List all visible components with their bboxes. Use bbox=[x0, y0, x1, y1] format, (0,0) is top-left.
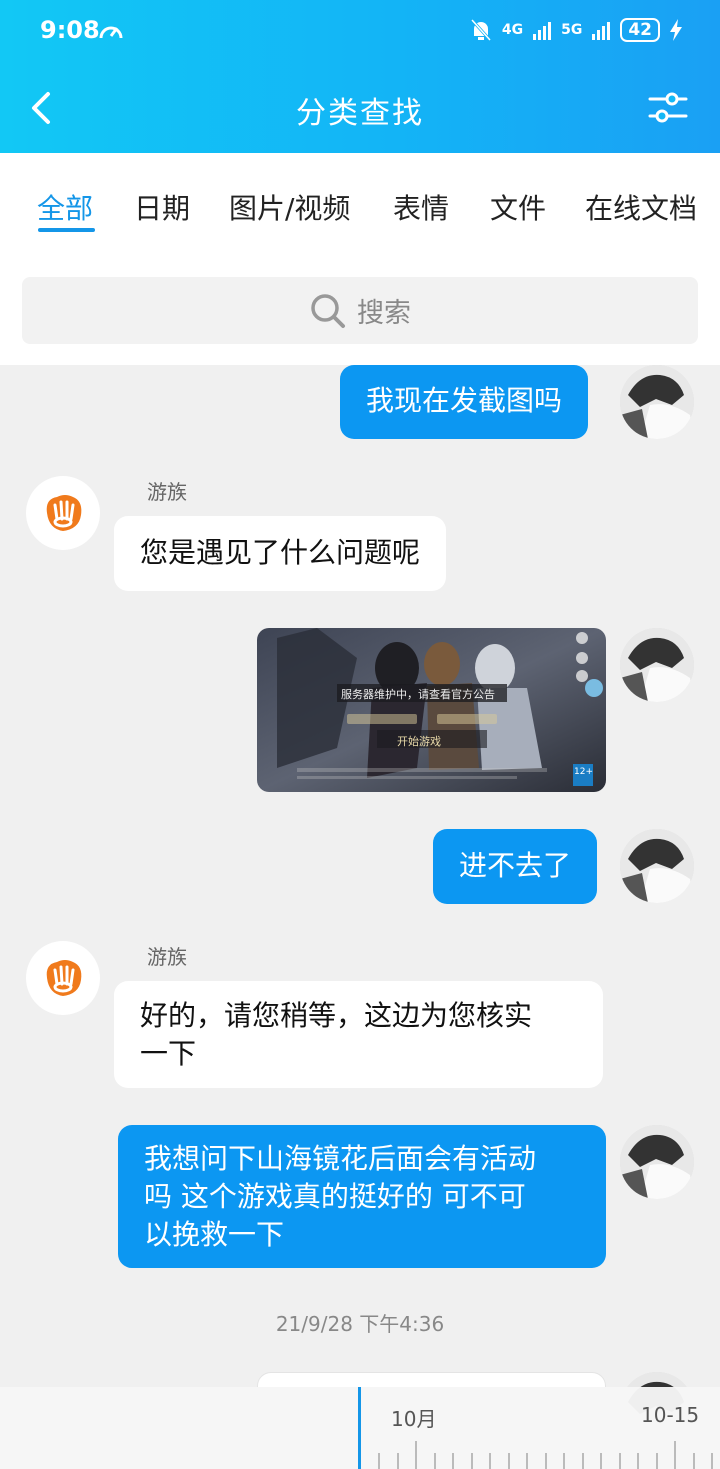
tab-files[interactable]: 文件 bbox=[490, 187, 546, 227]
status-bar: 9:08 4G 5G 42 bbox=[0, 14, 720, 48]
user-avatar-image bbox=[620, 829, 694, 903]
timeline-tick bbox=[600, 1453, 602, 1469]
message-timestamp: 21/9/28 下午4:36 bbox=[275, 1312, 445, 1336]
status-right: 4G 5G 42 bbox=[470, 18, 682, 42]
timeline-tick bbox=[581, 1453, 584, 1469]
header: 9:08 4G 5G 42 分类查找 bbox=[0, 0, 720, 153]
timeline-label-month: 10月 bbox=[391, 1407, 437, 1431]
sender-name: 游族 bbox=[147, 945, 187, 969]
filter-icon[interactable] bbox=[646, 86, 690, 130]
speed-icon bbox=[99, 26, 123, 39]
tab-underline bbox=[38, 228, 95, 232]
timeline-tick bbox=[433, 1453, 436, 1469]
timeline-tick bbox=[563, 1453, 565, 1469]
image-message[interactable]: 服务器维护中，请查看官方公告 开始游戏 12+ bbox=[257, 628, 606, 792]
image-start-button: 开始游戏 bbox=[397, 735, 441, 748]
page-title: 分类查找 bbox=[296, 96, 424, 131]
timeline-tick bbox=[470, 1453, 473, 1469]
message-line: 我想问下山海镜花后面会有活动 bbox=[144, 1142, 537, 1175]
tab-date[interactable]: 日期 bbox=[134, 187, 190, 227]
timeline-tick bbox=[544, 1453, 547, 1469]
signal-icon bbox=[592, 20, 611, 40]
timeline-tick bbox=[618, 1453, 621, 1469]
timeline-tick bbox=[655, 1453, 658, 1469]
status-time: 9:08 bbox=[40, 16, 100, 44]
message-line: 吗 这个游戏真的挺好的 可不可 bbox=[144, 1180, 526, 1213]
date-timeline-scrubber[interactable]: 10月 10-15 bbox=[0, 1387, 720, 1469]
timeline-tick bbox=[489, 1453, 491, 1469]
message-bubble-incoming[interactable]: 您是遇见了什么问题呢 bbox=[114, 516, 447, 591]
network-5g: 5G bbox=[561, 22, 583, 38]
timeline-tick bbox=[452, 1453, 454, 1469]
user-avatar-image bbox=[620, 1125, 694, 1199]
category-tabs: 全部 日期 图片/视频 表情 文件 在线文档 搜索 bbox=[0, 153, 720, 365]
message-bubble-incoming[interactable]: 好的，请您稍等，这边为您核实 一下 bbox=[114, 981, 603, 1088]
timeline-tick bbox=[378, 1453, 380, 1469]
avatar[interactable] bbox=[26, 941, 100, 1015]
message-bubble-outgoing[interactable]: 我想问下山海镜花后面会有活动 吗 这个游戏真的挺好的 可不可 以挽救一下 bbox=[118, 1125, 606, 1268]
bolt-icon bbox=[670, 19, 682, 41]
timeline-tick bbox=[396, 1453, 399, 1469]
timeline-tick bbox=[711, 1453, 713, 1469]
mute-bell-icon bbox=[470, 18, 491, 42]
message-line: 一下 bbox=[140, 1037, 197, 1070]
network-4g: 4G bbox=[501, 22, 524, 38]
timeline-tick bbox=[507, 1453, 510, 1469]
timeline-tick bbox=[526, 1453, 528, 1469]
search-placeholder: 搜索 bbox=[357, 298, 411, 329]
avatar[interactable] bbox=[26, 476, 100, 550]
tab-stickers[interactable]: 表情 bbox=[393, 187, 449, 227]
message-bubble-outgoing[interactable]: 我现在发截图吗 bbox=[340, 365, 589, 439]
message-line: 好的，请您稍等，这边为您核实 bbox=[140, 999, 533, 1032]
image-caption: 服务器维护中，请查看官方公告 bbox=[341, 688, 495, 701]
tab-online-docs[interactable]: 在线文档 bbox=[585, 187, 697, 227]
timeline-tick bbox=[415, 1441, 417, 1469]
avatar[interactable] bbox=[620, 628, 694, 702]
timeline-tick bbox=[674, 1441, 676, 1469]
avatar[interactable] bbox=[620, 829, 694, 903]
search-input[interactable]: 搜索 bbox=[22, 277, 698, 344]
avatar[interactable] bbox=[620, 365, 694, 439]
timeline-tick bbox=[637, 1453, 639, 1469]
tab-media[interactable]: 图片/视频 bbox=[229, 187, 350, 227]
timeline-label-date: 10-15 bbox=[641, 1403, 700, 1427]
battery-level: 42 bbox=[620, 18, 660, 42]
timeline-tick bbox=[692, 1453, 695, 1469]
screenshot-thumbnail bbox=[257, 628, 606, 792]
user-avatar-image bbox=[620, 628, 694, 702]
search-icon bbox=[311, 293, 345, 328]
sender-name: 游族 bbox=[147, 480, 187, 504]
tab-all[interactable]: 全部 bbox=[37, 187, 93, 227]
user-avatar-image bbox=[620, 365, 694, 439]
message-line: 以挽救一下 bbox=[144, 1218, 285, 1251]
avatar[interactable] bbox=[620, 1125, 694, 1199]
bot-logo-icon bbox=[46, 495, 82, 531]
bot-logo-icon bbox=[46, 960, 82, 996]
image-age-rating: 12+ bbox=[574, 767, 593, 777]
timeline-cursor[interactable] bbox=[358, 1387, 361, 1469]
message-bubble-outgoing[interactable]: 进不去了 bbox=[433, 829, 598, 904]
signal-icon bbox=[533, 20, 552, 40]
